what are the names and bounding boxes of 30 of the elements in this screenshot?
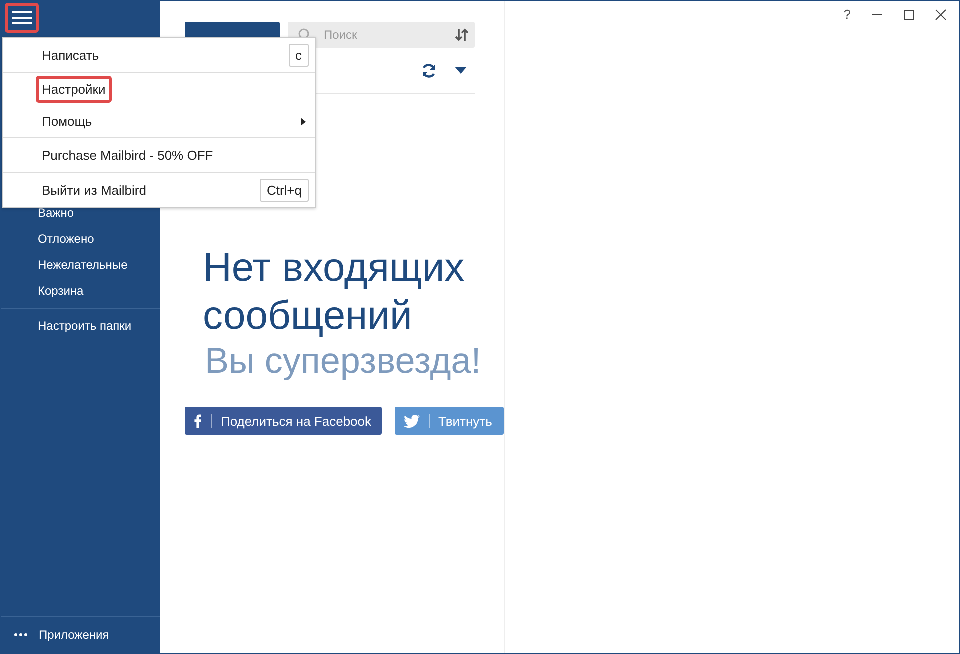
empty-subtitle: Вы суперзвезда! [205, 340, 482, 382]
search-field[interactable]: Поиск [288, 22, 475, 48]
menu-item[interactable]: Purchase Mailbird - 50% OFF [36, 142, 220, 168]
close-icon[interactable] [935, 8, 947, 20]
manage-folders-link[interactable]: Настроить папки [1, 317, 160, 343]
apps-link[interactable]: Приложения [39, 628, 110, 642]
facebook-share-button[interactable]: Поделиться на Facebook [185, 407, 382, 435]
more-icon[interactable] [14, 633, 28, 637]
menu-button[interactable] [5, 3, 39, 33]
dropdown-icon[interactable] [455, 66, 467, 74]
shortcut-key: c [288, 44, 309, 67]
search-input[interactable]: Поиск [322, 27, 445, 43]
shortcut-key: Ctrl+q [260, 179, 309, 202]
folder-item[interactable]: Корзина [1, 282, 160, 308]
help-button[interactable]: ? [844, 7, 851, 22]
menu-item[interactable]: Настройки [36, 76, 112, 102]
submenu-arrow-icon [301, 118, 306, 126]
folder-item[interactable]: Нежелательные [1, 256, 160, 282]
sort-icon[interactable] [455, 28, 469, 42]
menu-item[interactable]: Написать [36, 42, 106, 68]
folder-item[interactable]: Важно [1, 204, 160, 230]
refresh-icon[interactable] [421, 62, 437, 78]
menu-icon [12, 11, 32, 25]
menu-item[interactable]: Помощь [36, 108, 98, 134]
bird-icon [404, 414, 420, 428]
menu-item[interactable]: Выйти из Mailbird [36, 176, 152, 204]
empty-title: Нет входящих сообщений [203, 245, 466, 340]
f-icon [194, 414, 202, 428]
folder-item[interactable]: Отложено [1, 230, 160, 256]
maximize-icon[interactable] [903, 8, 915, 20]
